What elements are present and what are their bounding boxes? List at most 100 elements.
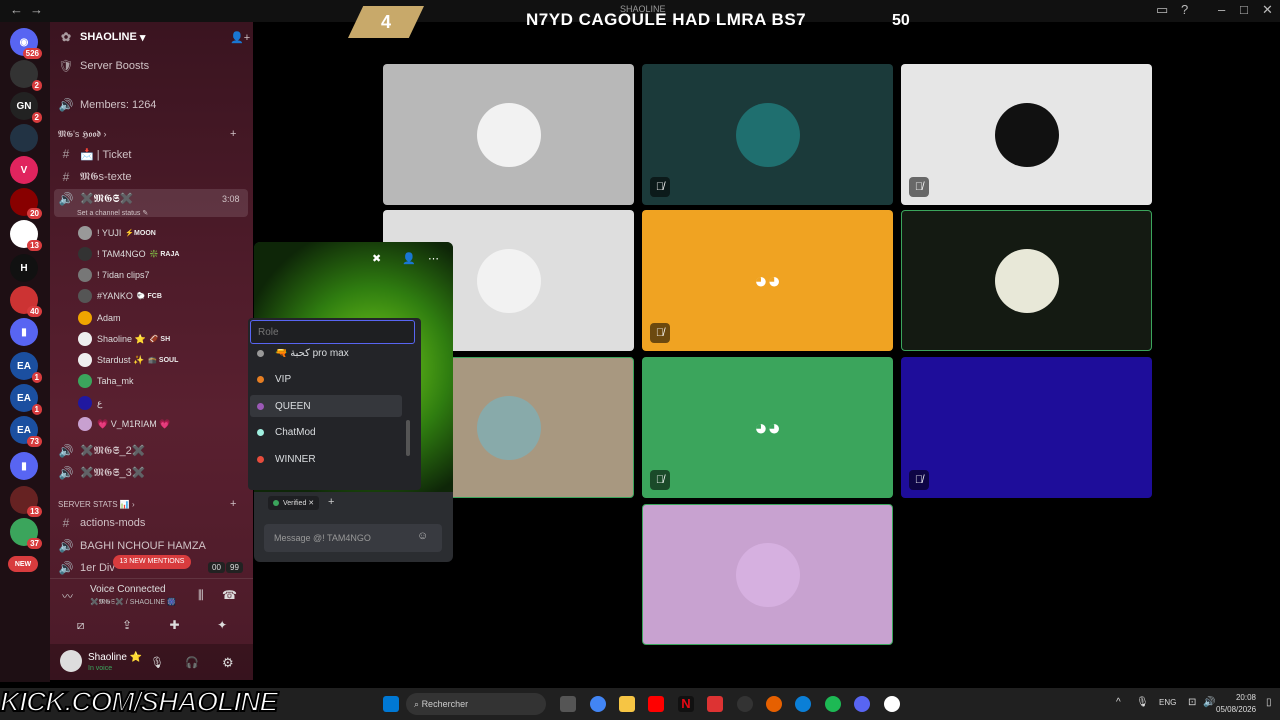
notification-icon[interactable]: ▯: [1266, 697, 1272, 708]
role-option[interactable]: VIP: [250, 368, 402, 390]
add-friend-icon[interactable]: 👤: [402, 252, 416, 265]
tile-user-1[interactable]: [383, 64, 634, 205]
tray-chevron-icon[interactable]: ^: [1116, 697, 1121, 708]
adobe-icon[interactable]: [707, 696, 723, 712]
folder-icon[interactable]: ▮: [10, 318, 38, 346]
mic-icon[interactable]: 🎙: [150, 656, 164, 669]
app-icon[interactable]: [737, 696, 753, 712]
voice-user[interactable]: Stardust ✨ 🕋 SOUL: [78, 350, 178, 370]
tile-user-9[interactable]: 🎙̸: [901, 357, 1152, 498]
user-name[interactable]: Shaoline ⭐: [88, 652, 142, 663]
maximize-icon[interactable]: □: [1240, 2, 1248, 17]
server-icon[interactable]: GN 2: [10, 92, 42, 123]
members-count[interactable]: 🔊 Members: 1264: [58, 95, 157, 115]
role-option[interactable]: ChatMod: [250, 421, 402, 443]
more-icon[interactable]: ⋯: [428, 252, 439, 265]
ea-icon[interactable]: EA 1: [10, 352, 42, 383]
language-indicator[interactable]: ENG: [1159, 698, 1176, 707]
tile-user-8[interactable]: ◕◕ 🎙̸: [642, 357, 893, 498]
server-icon[interactable]: 40: [10, 286, 42, 317]
category-server-stats[interactable]: SERVER STATS 📊 ›: [58, 494, 135, 514]
inbox-icon[interactable]: ▭: [1156, 2, 1168, 18]
back-icon[interactable]: ←: [10, 2, 23, 17]
add-channel-icon[interactable]: +: [230, 124, 236, 144]
voice-user[interactable]: 💗 V_M1RIAM 💗: [78, 414, 170, 434]
role-option[interactable]: 🔫 كحبة pro max: [250, 342, 402, 364]
channel-actions-mods[interactable]: # actions-mods: [58, 513, 146, 533]
voice-channel-mgs2[interactable]: 🔊 ✖️𝕸𝕲𝕾_2✖️: [58, 441, 146, 461]
voice-user[interactable]: Adam: [78, 308, 121, 328]
channel-1er-div[interactable]: 🔊 1er Div: [58, 558, 115, 578]
signal-icon[interactable]: 〰: [62, 588, 73, 604]
discord-icon[interactable]: [854, 696, 870, 712]
headphones-icon[interactable]: 🎧: [185, 656, 199, 669]
channel-status[interactable]: Set a channel status ✎: [77, 203, 148, 223]
folder-icon[interactable]: ▮: [10, 452, 38, 480]
valorant-icon[interactable]: V: [10, 156, 38, 184]
voice-channel-mgs3[interactable]: 🔊 ✖️𝕸𝕲𝕾_3✖️: [58, 463, 146, 483]
soundboard-icon[interactable]: ✦: [217, 618, 227, 632]
taskbar-search[interactable]: ⌕ Rechercher: [406, 693, 546, 715]
tile-user-10[interactable]: [642, 504, 893, 645]
ea-icon[interactable]: EA 1: [10, 384, 42, 415]
scrollbar[interactable]: [406, 420, 410, 456]
network-icon[interactable]: ⊡: [1188, 697, 1196, 708]
new-mentions-pill[interactable]: 13 NEW MENTIONS: [113, 555, 191, 569]
server-icon[interactable]: 20: [10, 188, 42, 219]
server-icon[interactable]: 13: [10, 220, 42, 251]
server-icon[interactable]: 37: [10, 518, 42, 549]
disconnect-icon[interactable]: ☎: [222, 588, 237, 602]
voice-user[interactable]: ! TAM4NGO ❇️ RAJA: [78, 244, 179, 264]
emoji-icon[interactable]: ☺: [417, 530, 428, 542]
server-icon[interactable]: 2: [10, 60, 42, 91]
server-name-header[interactable]: ✿ SHAOLINE ▾: [58, 27, 145, 47]
camera-off-icon[interactable]: ⧄: [77, 618, 85, 633]
invite-icon[interactable]: 👤+: [230, 27, 250, 47]
chrome-icon[interactable]: [590, 696, 606, 712]
help-icon[interactable]: ?: [1181, 2, 1188, 17]
new-badge[interactable]: NEW: [8, 556, 38, 572]
explorer-icon[interactable]: [619, 696, 635, 712]
activities-icon[interactable]: ✚: [170, 618, 180, 632]
ea-icon[interactable]: EA 73: [10, 416, 42, 447]
role-chip-verified[interactable]: Verified ✕: [268, 496, 320, 510]
home-icon[interactable]: ◉ 526: [10, 28, 42, 59]
tile-user-6[interactable]: [901, 210, 1152, 351]
role-option[interactable]: WINNER: [250, 448, 402, 470]
server-icon[interactable]: 13: [10, 486, 42, 517]
server-boosts[interactable]: 🛡 Server Boosts: [58, 56, 149, 76]
category-mgs-hood[interactable]: 𝕸𝕲's 𝕳𝖔𝖔𝖉 ›: [58, 124, 107, 144]
role-search-input[interactable]: [250, 320, 415, 344]
windows-start-icon[interactable]: [383, 696, 399, 712]
tray-mic-icon[interactable]: 🎙: [1136, 697, 1149, 708]
tile-user-2[interactable]: 🎙̸: [642, 64, 893, 205]
youtube-icon[interactable]: [648, 696, 664, 712]
add-role-icon[interactable]: +: [328, 496, 334, 508]
netflix-icon[interactable]: N: [678, 696, 694, 712]
edge-icon[interactable]: [795, 696, 811, 712]
voice-user[interactable]: Shaoline ⭐ 🏈 SH: [78, 329, 170, 349]
voice-user[interactable]: ع: [78, 393, 102, 413]
clock-time[interactable]: 20:08: [1220, 693, 1256, 702]
voice-connected-label[interactable]: Voice Connected: [90, 584, 166, 595]
firefox-icon[interactable]: [766, 696, 782, 712]
screen-share-icon[interactable]: ⇪: [122, 618, 132, 632]
minimize-icon[interactable]: –: [1218, 2, 1225, 17]
role-option[interactable]: QUEEN: [250, 395, 402, 417]
channel-texte[interactable]: # 𝕸𝕲s-texte: [58, 167, 132, 187]
media-icon[interactable]: [884, 696, 900, 712]
message-input[interactable]: Message @! TAM4NGO: [264, 524, 442, 552]
avatar[interactable]: [60, 650, 82, 672]
voice-user[interactable]: ! YUJI ⚡MOON: [78, 223, 156, 243]
settings-icon[interactable]: ⚙: [222, 655, 234, 671]
voice-user[interactable]: ! 7idan clips7: [78, 265, 150, 285]
tile-user-3[interactable]: 🎙̸: [901, 64, 1152, 205]
server-icon[interactable]: [10, 124, 38, 152]
channel-baghi[interactable]: 🔊 BAGHI NCHOUF HAMZA: [58, 536, 206, 556]
clock-date[interactable]: 05/08/2026: [1216, 705, 1256, 714]
add-channel-icon[interactable]: +: [230, 494, 236, 514]
voice-user[interactable]: Taha_mk: [78, 371, 134, 391]
tile-user-5[interactable]: ◕◕ 🎙̸: [642, 210, 893, 351]
server-icon[interactable]: H: [10, 254, 38, 282]
close-icon[interactable]: ✕: [1262, 2, 1273, 18]
